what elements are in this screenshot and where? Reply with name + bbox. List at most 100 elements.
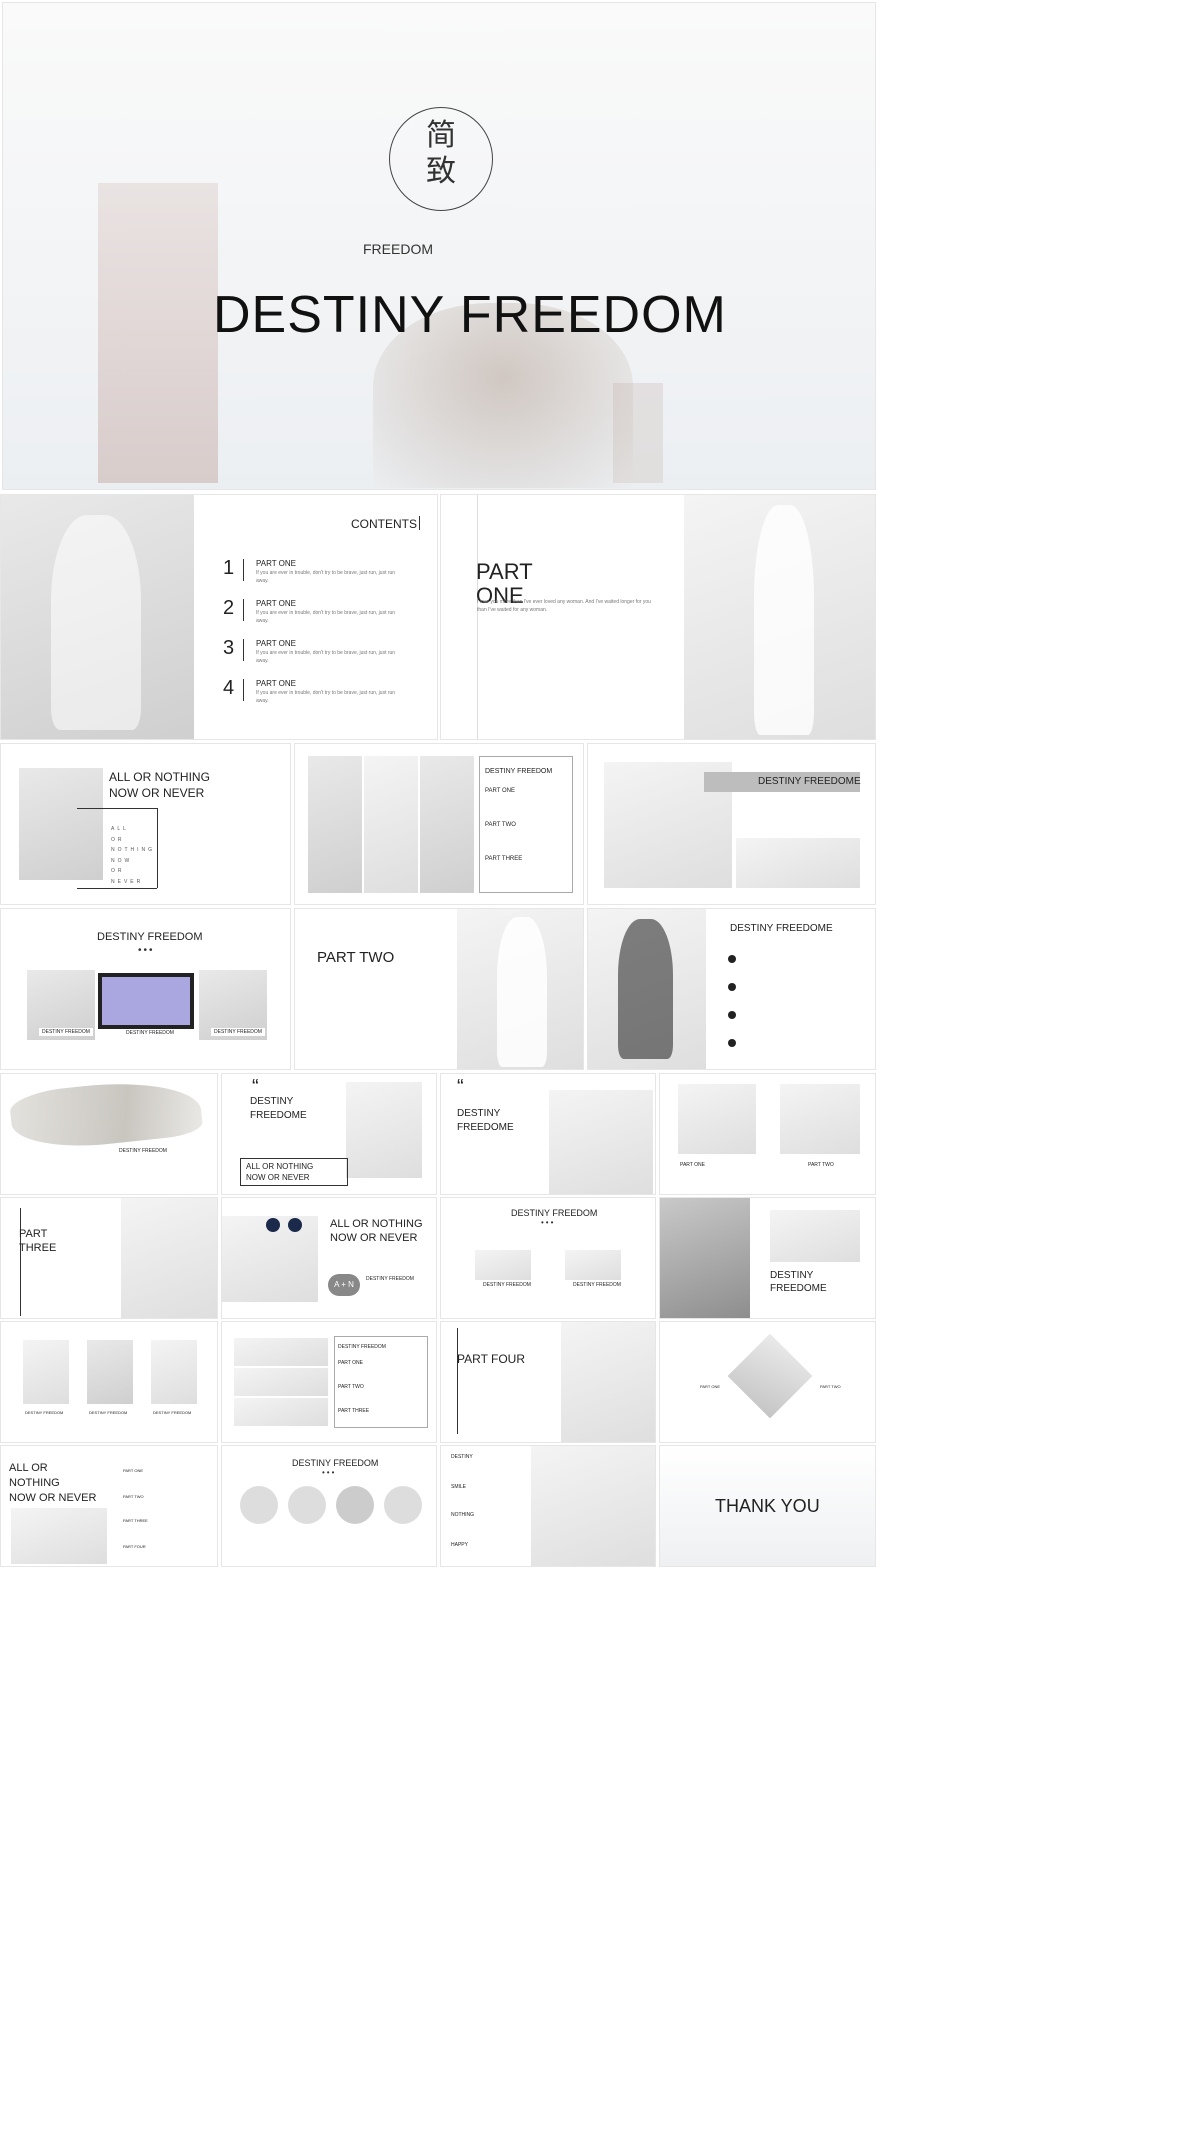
ears-icon	[266, 1218, 280, 1232]
contents-item-label: PART ONE	[256, 599, 297, 608]
contents-item-desc: If you are ever in trouble, don't try to…	[256, 570, 396, 584]
contents-item[interactable]: 4 PART ONE If you are ever in trouble, d…	[223, 675, 423, 715]
contents-bar	[419, 516, 420, 530]
emblem-char-1: 简	[426, 118, 456, 153]
tp-caption-1: DESTINY FREEDOM	[25, 1410, 64, 1415]
stacked-slide[interactable]: DESTINY FREEDOM PART ONE PART TWO PART T…	[221, 1321, 437, 1443]
part-one-slide[interactable]: PART ONE I love you more than I've ever …	[440, 494, 876, 740]
model-photo-2	[364, 756, 418, 893]
white-top-photo	[531, 1446, 655, 1566]
aon-line1: ALL OR NOTHING	[109, 770, 210, 784]
bike-part-4: PART FOUR	[123, 1544, 146, 1549]
pink-dress-photo	[561, 1322, 655, 1442]
tp-photo-1	[475, 1250, 531, 1280]
leopard-coat-photo	[660, 1198, 750, 1318]
contents-slide[interactable]: CONTENTS 1 PART ONE If you are ever in t…	[0, 494, 438, 740]
contents-item[interactable]: 2 PART ONE If you are ever in trouble, d…	[223, 595, 423, 635]
destiny-freedome-slide[interactable]: DESTINY FREEDOME	[587, 743, 876, 905]
mickey-line2: NOW OR NEVER	[330, 1232, 418, 1244]
pair-slide[interactable]: PART ONE PART TWO	[659, 1073, 876, 1195]
bike-line3: NOW OR NEVER	[9, 1492, 97, 1504]
contents-item-label: PART ONE	[256, 559, 297, 568]
gallery-cap-1: DESTINY FREEDOM	[39, 1028, 93, 1036]
contents-item-label: PART ONE	[256, 639, 297, 648]
brush-slide[interactable]: DESTINY FREEDOM	[0, 1073, 218, 1195]
stacked-part-3: PART THREE	[338, 1408, 370, 1414]
quote-slide-1[interactable]: “ DESTINY FREEDOME ALL OR NOTHING NOW OR…	[221, 1073, 437, 1195]
part-three-slide[interactable]: PART THREE	[0, 1197, 218, 1319]
circles-slide[interactable]: DESTINY FREEDOM •••	[221, 1445, 437, 1567]
gallery-slide[interactable]: DESTINY FREEDOM ••• DESTINY FREEDOM DEST…	[0, 908, 291, 1070]
all-or-nothing-slide[interactable]: ALL OR NOTHING NOW OR NEVER ALL OR NOTHI…	[0, 743, 291, 905]
df2-line1: DESTINY	[770, 1270, 814, 1281]
diamond-slide[interactable]: PART ONE PART TWO	[659, 1321, 876, 1443]
model-photo-3	[420, 756, 474, 893]
bike-part-1: PART ONE	[123, 1468, 144, 1473]
bike-line2: NOTHING	[9, 1477, 60, 1489]
quote2-mark: “	[457, 1076, 464, 1098]
stacked-photo-1	[234, 1338, 328, 1366]
thank-you-slide[interactable]: THANK YOU	[659, 1445, 876, 1567]
part-two-slide[interactable]: PART TWO	[294, 908, 584, 1070]
mickey-slide[interactable]: ALL OR NOTHING NOW OR NEVER A + N DESTIN…	[221, 1197, 437, 1319]
contents-item[interactable]: 3 PART ONE If you are ever in trouble, d…	[223, 635, 423, 675]
circles-dots: •••	[322, 1468, 337, 1477]
collage-title: DESTINY FREEDOM	[485, 768, 553, 775]
pair-photo-1	[678, 1084, 756, 1154]
tp-cap-1: DESTINY FREEDOM	[483, 1282, 531, 1288]
aon-line2: NOW OR NEVER	[109, 786, 205, 800]
quote1-box-1: ALL OR NOTHING	[246, 1162, 314, 1171]
circle-photo-3	[336, 1486, 374, 1524]
cover-slide[interactable]: 简 致 FREEDOM DESTINY FREEDOM	[2, 2, 876, 490]
word-1: DESTINY	[451, 1454, 473, 1460]
cover-kicker: FREEDOM	[363, 241, 433, 257]
an-circle: A + N	[328, 1274, 360, 1296]
contents-item-desc: If you are ever in trouble, don't try to…	[256, 690, 396, 704]
list-slide[interactable]: DESTINY FREEDOME	[587, 908, 876, 1070]
list-title: DESTINY FREEDOME	[730, 923, 833, 934]
two-products-slide[interactable]: DESTINY FREEDOM ••• DESTINY FREEDOM DEST…	[440, 1197, 656, 1319]
circle-photo-2	[288, 1486, 326, 1524]
quote1-box-2: NOW OR NEVER	[246, 1173, 310, 1182]
collage-part-2: PART TWO	[485, 822, 516, 828]
circles-title: DESTINY FREEDOM	[292, 1458, 379, 1468]
tp-caption-3: DESTINY FREEDOM	[153, 1410, 192, 1415]
collage-slide[interactable]: DESTINY FREEDOM PART ONE PART TWO PART T…	[294, 743, 584, 905]
word-2: SMILE	[451, 1484, 467, 1490]
gallery-cap-3: DESTINY FREEDOM	[211, 1028, 265, 1036]
person-photo-3	[151, 1340, 197, 1404]
quote1-line1: DESTINY	[250, 1096, 294, 1107]
pair-cap-1: PART ONE	[680, 1162, 706, 1168]
bridge-tower-left	[98, 183, 218, 483]
diamond-photo	[727, 1333, 813, 1419]
contents-item[interactable]: 1 PART ONE If you are ever in trouble, d…	[223, 555, 423, 595]
fashion-photo	[1, 495, 194, 739]
part-one-divider	[477, 495, 478, 739]
part-three-2: THREE	[19, 1242, 57, 1254]
df-title: DESTINY FREEDOME	[758, 776, 861, 787]
emblem-char-2: 致	[426, 154, 456, 189]
tp-title: DESTINY FREEDOM	[511, 1208, 598, 1218]
stacked-title: DESTINY FREEDOM	[338, 1344, 386, 1350]
mickey-line1: ALL OR NOTHING	[330, 1218, 423, 1230]
bike-slide[interactable]: ALL OR NOTHING NOW OR NEVER PART ONE PAR…	[0, 1445, 218, 1567]
quote2-line1: DESTINY	[457, 1108, 501, 1119]
white-outfit-photo	[121, 1198, 217, 1318]
contents-item-number: 3	[223, 637, 235, 659]
bike-part-2: PART TWO	[123, 1494, 144, 1499]
diamond-cap-1: PART ONE	[700, 1384, 721, 1389]
three-people-slide[interactable]: DESTINY FREEDOM DESTINY FREEDOM DESTINY …	[0, 1321, 218, 1443]
word-4: HAPPY	[451, 1542, 468, 1548]
destiny-freedome-2-slide[interactable]: DESTINY FREEDOME	[659, 1197, 876, 1319]
gallery-cap-2: DESTINY FREEDOM	[123, 1029, 177, 1037]
words-slide[interactable]: DESTINY SMILE NOTHING HAPPY	[440, 1445, 656, 1567]
tp-dots: •••	[541, 1218, 556, 1227]
contents-item-desc: If you are ever in trouble, don't try to…	[256, 650, 396, 664]
part-four-slide[interactable]: PART FOUR	[440, 1321, 656, 1443]
quote-slide-2[interactable]: “ DESTINY FREEDOME	[440, 1073, 656, 1195]
contents-item-label: PART ONE	[256, 679, 297, 688]
tp-caption-2: DESTINY FREEDOM	[89, 1410, 128, 1415]
white-dress-photo	[457, 909, 583, 1069]
model-photo-1	[308, 756, 362, 893]
stacked-part-2: PART TWO	[338, 1384, 364, 1390]
